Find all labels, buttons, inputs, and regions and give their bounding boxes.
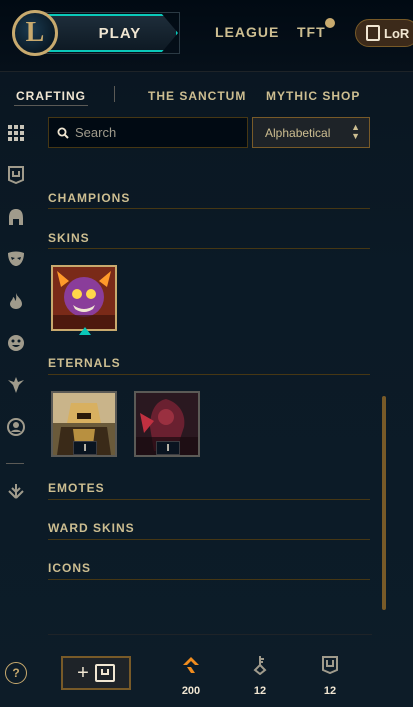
mask-icon[interactable] <box>6 249 26 269</box>
section-champions[interactable]: CHAMPIONS <box>48 191 130 205</box>
help-button[interactable]: ? <box>5 662 27 684</box>
chest-icon <box>94 664 115 682</box>
helmet-icon[interactable] <box>6 207 26 227</box>
section-skins[interactable]: SKINS <box>48 231 90 245</box>
orange-essence-value: 200 <box>181 685 201 697</box>
nav-tft[interactable]: TFT <box>297 24 326 40</box>
eternal-tile[interactable]: I <box>51 391 117 457</box>
sidebar-divider <box>6 463 24 464</box>
chest-value: 12 <box>323 685 337 697</box>
lor-card-icon <box>366 25 380 41</box>
section-icons[interactable]: ICONS <box>48 561 91 575</box>
tft-notification-dot <box>325 18 335 28</box>
scrollbar[interactable] <box>382 396 386 610</box>
tab-crafting[interactable]: CRAFTING <box>16 89 86 103</box>
section-divider <box>48 579 370 580</box>
selected-indicator-icon <box>79 327 91 335</box>
skin-art <box>53 267 115 329</box>
tab-the-sanctum[interactable]: THE SANCTUM <box>148 89 246 103</box>
profile-icon[interactable] <box>6 417 26 437</box>
chest-counter: 12 <box>310 654 350 697</box>
play-button-label: PLAY <box>98 24 142 42</box>
key-counter: 12 <box>240 654 280 697</box>
section-emotes[interactable]: EMOTES <box>48 481 105 495</box>
orange-essence-icon <box>171 654 211 676</box>
section-eternals[interactable]: ETERNALS <box>48 356 121 370</box>
league-logo-icon[interactable]: L <box>12 10 58 56</box>
section-ward-skins[interactable]: WARD SKINS <box>48 521 135 535</box>
key-icon <box>240 654 280 676</box>
section-divider <box>48 499 370 500</box>
top-bar: PLAY L LEAGUE TFT LoR <box>0 0 413 72</box>
section-divider <box>48 248 370 249</box>
section-divider <box>48 539 370 540</box>
play-button[interactable]: PLAY <box>44 14 178 52</box>
arrow-down-icon[interactable] <box>6 481 26 501</box>
eternal-series-badge: I <box>156 441 180 455</box>
lor-button[interactable]: LoR <box>355 19 413 47</box>
add-plus-label: + <box>77 661 89 684</box>
search-input[interactable] <box>75 125 235 140</box>
section-divider <box>48 208 370 209</box>
ward-icon[interactable] <box>6 375 26 395</box>
emote-face-icon[interactable] <box>6 333 26 353</box>
search-box[interactable] <box>48 117 248 148</box>
tab-active-underline <box>14 105 88 106</box>
eternal-series-badge: I <box>73 441 97 455</box>
chest-icon[interactable] <box>6 165 26 185</box>
footer-divider <box>48 634 372 635</box>
flame-icon[interactable] <box>6 291 26 311</box>
tab-mythic-shop[interactable]: MYTHIC SHOP <box>266 89 360 103</box>
chest-icon <box>310 654 350 676</box>
skin-tile[interactable] <box>51 265 117 331</box>
key-value: 12 <box>253 685 267 697</box>
subnav-divider <box>114 86 115 102</box>
orange-essence-counter: 200 <box>171 654 211 697</box>
sort-dropdown[interactable]: Alphabetical ▲ ▼ <box>252 117 370 148</box>
nav-league[interactable]: LEAGUE <box>215 24 279 40</box>
sort-caret-icon: ▲ ▼ <box>351 122 360 141</box>
add-chest-button[interactable]: + <box>61 656 131 690</box>
lor-label: LoR <box>384 25 410 41</box>
search-icon <box>57 127 69 139</box>
eternal-tile[interactable]: I <box>134 391 200 457</box>
sort-selected: Alphabetical <box>265 125 331 140</box>
section-divider <box>48 374 370 375</box>
grid-icon[interactable] <box>6 123 26 143</box>
